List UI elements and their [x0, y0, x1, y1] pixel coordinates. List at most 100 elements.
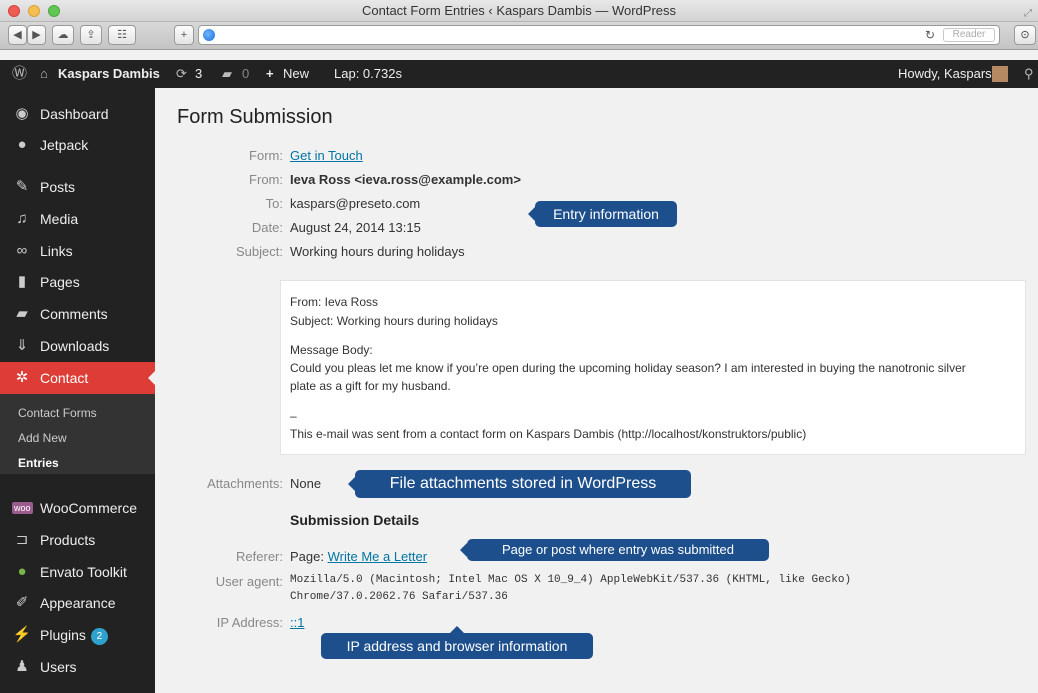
sidebar-item-appearance[interactable]: ✐ Appearance: [0, 587, 155, 619]
reading-list-button[interactable]: ☷: [108, 25, 136, 45]
message-box: From: Ieva Ross Subject: Working hours d…: [280, 280, 1026, 455]
sidebar-item-media[interactable]: ♫ Media: [0, 203, 155, 235]
sidebar-item-label: Envato Toolkit: [40, 564, 127, 580]
ip-callout: IP address and browser information: [321, 626, 593, 659]
updates-icon: ⟳: [176, 66, 187, 81]
submenu-item-entries[interactable]: Entries: [18, 456, 59, 470]
back-button[interactable]: ◀: [8, 25, 27, 45]
referer-link[interactable]: Write Me a Letter: [328, 549, 427, 564]
wordpress-logo-icon[interactable]: Ⓦ: [12, 60, 27, 88]
contact-submenu: Contact Forms Add New Entries: [0, 394, 155, 474]
zoom-window-button[interactable]: [48, 5, 60, 17]
sidebar-item-posts[interactable]: ✎ Posts: [0, 171, 155, 203]
gear-icon: ✲: [15, 369, 29, 386]
ip-link[interactable]: ::1: [290, 615, 304, 630]
sidebar-item-label: WooCommerce: [40, 500, 137, 516]
message-body-label: Message Body:: [290, 343, 373, 357]
brush-icon: ✐: [15, 594, 29, 611]
form-value: Get in Touch: [290, 148, 363, 163]
jetpack-icon: ●: [17, 136, 27, 153]
home-icon: ⌂: [40, 66, 48, 81]
forward-button[interactable]: ▶: [27, 25, 46, 45]
sidebar-item-contact[interactable]: ✲ Contact: [0, 362, 155, 394]
sidebar-item-plugins[interactable]: ⚡ Plugins 2: [0, 619, 155, 651]
comments-count[interactable]: 0: [242, 60, 249, 88]
message-body-line2: plate as a gift for my husband.: [290, 379, 451, 393]
sidebar-item-label-text: Plugins: [40, 627, 86, 643]
referer-callout: Page or post where entry was submitted: [460, 539, 769, 561]
avatar[interactable]: [992, 66, 1008, 82]
downloads-button[interactable]: ⊙: [1014, 25, 1036, 45]
sidebar-item-label: Posts: [40, 179, 76, 195]
browser-toolbar: ◀ ▶ ☁ ⇪ ☷ + ↻ Reader ⊙: [0, 22, 1038, 50]
download-icon: ⇓: [15, 337, 29, 354]
plus-icon: +: [266, 66, 274, 81]
sidebar-item-label: Products: [40, 532, 96, 548]
reload-icon[interactable]: ↻: [925, 28, 935, 42]
sidebar-item-woocommerce[interactable]: woo WooCommerce: [0, 492, 155, 524]
sidebar-item-envato-toolkit[interactable]: ● Envato Toolkit: [0, 556, 155, 588]
sidebar-item-comments[interactable]: ▰ Comments: [0, 298, 155, 330]
update-badge: 2: [90, 627, 108, 645]
minimize-window-button[interactable]: [28, 5, 40, 17]
subject-value: Working hours during holidays: [290, 244, 465, 259]
main-content: Form Submission Form: Get in Touch From:…: [155, 88, 1038, 693]
sidebar-item-jetpack[interactable]: ● Jetpack: [0, 129, 155, 161]
howdy-link[interactable]: Howdy, Kaspars: [898, 60, 992, 88]
sidebar-item-label: Comments: [40, 306, 108, 322]
wp-admin-bar: Ⓦ ⌂ Kaspars Dambis ⟳ 3 ▰ 0 + New Lap: 0.…: [0, 60, 1038, 88]
reader-button[interactable]: Reader: [943, 28, 995, 42]
site-name-link[interactable]: Kaspars Dambis: [58, 60, 160, 88]
sidebar-item-dashboard[interactable]: ◉ Dashboard: [0, 98, 155, 130]
title-bar: Contact Form Entries ‹ Kaspars Dambis — …: [0, 0, 1038, 22]
sidebar-item-label: Dashboard: [40, 106, 109, 122]
comments-icon: ▰: [222, 66, 232, 81]
date-label: Date:: [251, 220, 283, 235]
link-icon: ∞: [16, 242, 28, 259]
sidebar-item-links[interactable]: ∞ Links: [0, 235, 155, 267]
leaf-icon: ●: [17, 563, 27, 580]
updates-count[interactable]: 3: [195, 60, 202, 88]
sidebar-item-pages[interactable]: ▮ Pages: [0, 266, 155, 298]
form-label: Form:: [249, 148, 283, 163]
sidebar-item-products[interactable]: ⊐ Products: [0, 524, 155, 556]
sidebar-item-users[interactable]: ♟ Users: [0, 651, 155, 683]
media-icon: ♫: [16, 210, 28, 227]
search-icon[interactable]: ⚲: [1024, 60, 1034, 88]
admin-sidebar: ◉ Dashboard ● Jetpack ✎ Posts ♫ Media ∞ …: [0, 88, 155, 693]
share-button[interactable]: ⇪: [80, 25, 102, 45]
icloud-tabs-button[interactable]: ☁: [52, 25, 74, 45]
window-title: Contact Form Entries ‹ Kaspars Dambis — …: [361, 3, 676, 18]
referer-value: Page: Write Me a Letter: [290, 549, 427, 564]
user-agent-line1: Mozilla/5.0 (Macintosh; Intel Mac OS X 1…: [290, 574, 852, 586]
address-bar[interactable]: ↻ Reader: [198, 25, 1000, 45]
new-content-link[interactable]: New: [283, 60, 309, 88]
to-value: kaspars@preseto.com: [290, 196, 421, 211]
comment-icon: ▰: [16, 305, 28, 322]
sidebar-item-downloads[interactable]: ⇓ Downloads: [0, 330, 155, 362]
date-value: August 24, 2014 13:15: [290, 220, 421, 235]
pin-icon: ✎: [15, 178, 29, 195]
sidebar-item-label: Contact: [40, 370, 89, 386]
submenu-item-add-new[interactable]: Add New: [18, 431, 67, 445]
sidebar-item-label: Links: [40, 243, 73, 259]
lap-timer: Lap: 0.732s: [334, 66, 402, 81]
submenu-item-contact-forms[interactable]: Contact Forms: [18, 406, 97, 420]
sidebar-item-label: Users: [40, 659, 77, 675]
sidebar-item-label: Jetpack: [40, 137, 89, 153]
entry-info-callout: Entry information: [528, 201, 677, 227]
message-body-line1: Could you pleas let me know if you’re op…: [290, 361, 966, 375]
ip-label: IP Address:: [216, 615, 283, 630]
sidebar-item-label: Downloads: [40, 338, 110, 354]
plug-icon: ⚡: [12, 626, 32, 643]
close-window-button[interactable]: [8, 5, 20, 17]
sidebar-item-label: Pages: [40, 274, 80, 290]
referer-prefix: Page:: [290, 549, 324, 564]
from-label: From:: [249, 172, 283, 187]
sidebar-item-label: Appearance: [40, 595, 116, 611]
form-link[interactable]: Get in Touch: [290, 148, 363, 163]
ip-value: ::1: [290, 615, 304, 630]
user-agent-label: User agent:: [215, 574, 283, 589]
from-value: Ieva Ross <ieva.ross@example.com>: [290, 172, 521, 187]
new-tab-button[interactable]: +: [174, 25, 194, 45]
